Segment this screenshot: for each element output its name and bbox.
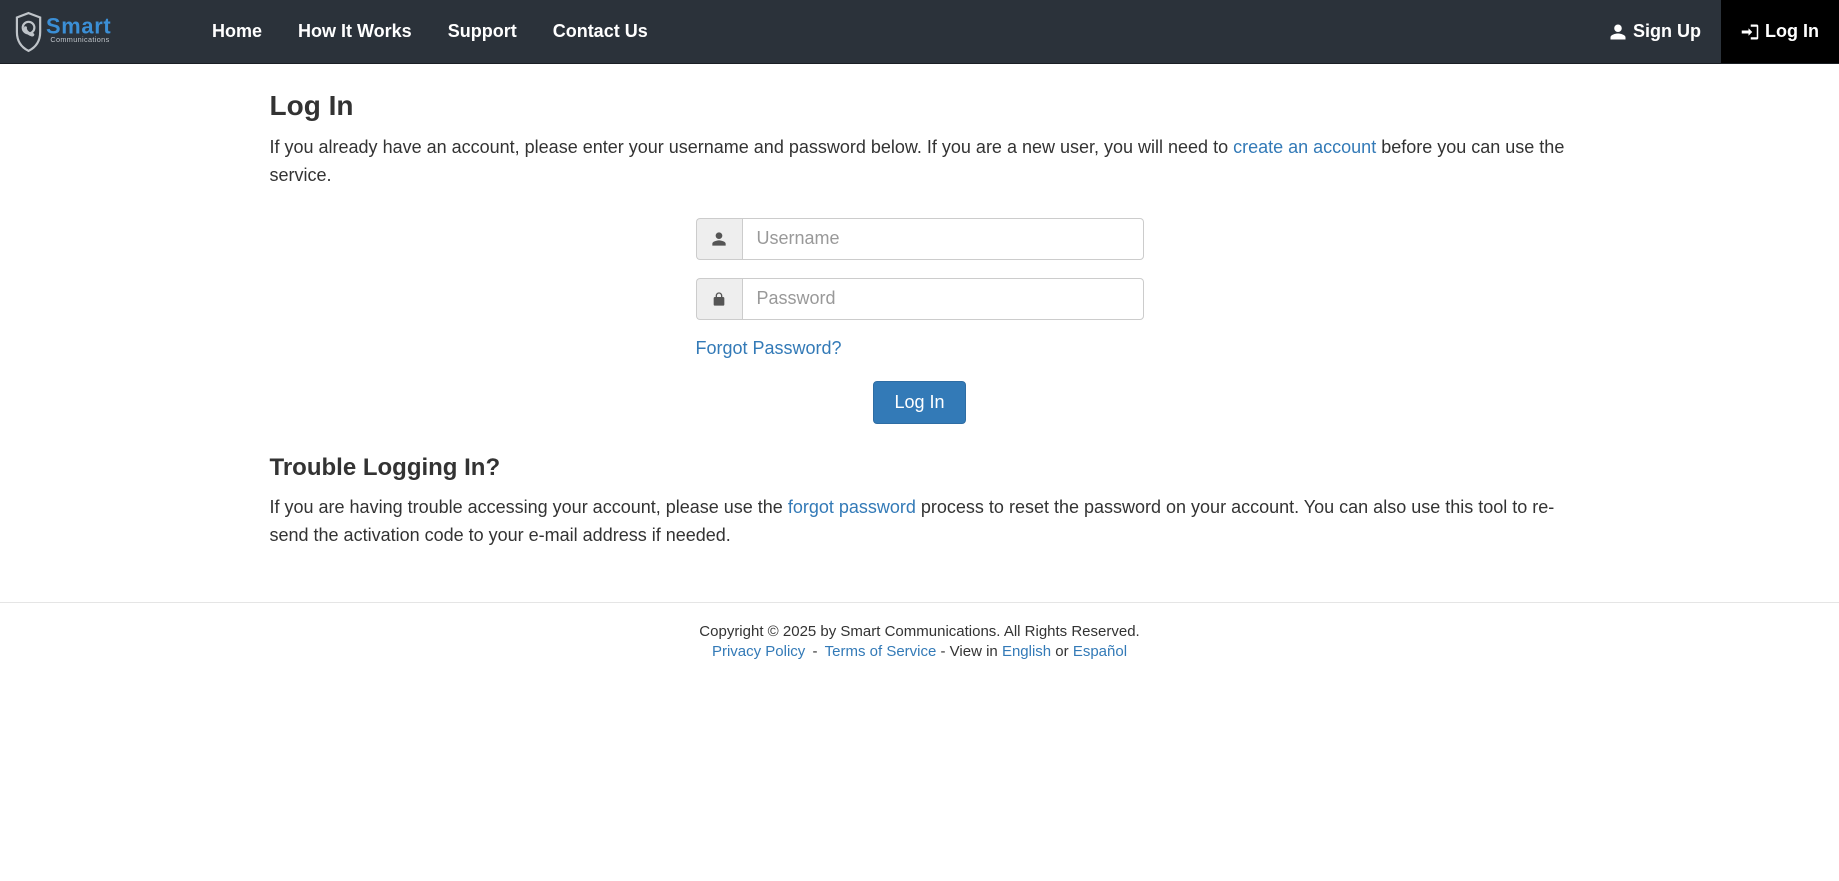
- login-form: Forgot Password? Log In: [696, 218, 1144, 424]
- login-icon: [1741, 23, 1759, 41]
- footer-links: Privacy Policy - Terms of Service - View…: [10, 643, 1829, 660]
- espanol-link[interactable]: Español: [1073, 643, 1127, 660]
- lock-icon: [711, 291, 727, 307]
- english-link[interactable]: English: [1002, 643, 1051, 660]
- terms-link[interactable]: Terms of Service: [825, 643, 937, 660]
- trouble-heading: Trouble Logging In?: [270, 454, 1570, 482]
- forgot-row: Forgot Password?: [696, 338, 1144, 359]
- intro-text-before: If you already have an account, please e…: [270, 137, 1234, 157]
- nav-login[interactable]: Log In: [1721, 0, 1839, 63]
- svg-text:Communications: Communications: [50, 35, 109, 44]
- trouble-paragraph: If you are having trouble accessing your…: [270, 494, 1570, 550]
- forgot-password-link[interactable]: Forgot Password?: [696, 338, 842, 358]
- privacy-link[interactable]: Privacy Policy: [712, 643, 805, 660]
- password-group: [696, 278, 1144, 320]
- user-icon: [1609, 23, 1627, 41]
- password-input[interactable]: [742, 278, 1144, 320]
- nav-signup[interactable]: Sign Up: [1589, 0, 1721, 63]
- nav-right: Sign Up Log In: [1589, 0, 1839, 63]
- user-icon: [711, 231, 727, 247]
- page-title: Log In: [270, 90, 1570, 122]
- trouble-text-before: If you are having trouble accessing your…: [270, 497, 788, 517]
- view-in-label: - View in: [936, 643, 1002, 660]
- nav-contact-us[interactable]: Contact Us: [535, 0, 666, 63]
- footer: Copyright © 2025 by Smart Communications…: [0, 603, 1839, 700]
- nav-login-label: Log In: [1765, 21, 1819, 42]
- create-account-link[interactable]: create an account: [1233, 137, 1376, 157]
- username-input[interactable]: [742, 218, 1144, 260]
- nav-home[interactable]: Home: [194, 0, 280, 63]
- copyright-text: Copyright © 2025 by Smart Communications…: [10, 623, 1829, 640]
- login-button[interactable]: Log In: [873, 381, 965, 424]
- top-navbar: Smart Communications Home How It Works S…: [0, 0, 1839, 64]
- user-icon-addon: [696, 218, 742, 260]
- submit-row: Log In: [696, 381, 1144, 424]
- or-label: or: [1051, 643, 1073, 660]
- nav-signup-label: Sign Up: [1633, 21, 1701, 42]
- nav-links: Home How It Works Support Contact Us: [194, 0, 666, 63]
- brand-logo[interactable]: Smart Communications: [0, 0, 188, 63]
- lock-icon-addon: [696, 278, 742, 320]
- forgot-password-inline-link[interactable]: forgot password: [788, 497, 916, 517]
- nav-how-it-works[interactable]: How It Works: [280, 0, 430, 63]
- intro-paragraph: If you already have an account, please e…: [270, 134, 1570, 190]
- footer-sep-1: -: [808, 643, 821, 660]
- nav-support[interactable]: Support: [430, 0, 535, 63]
- main-content: Log In If you already have an account, p…: [260, 64, 1580, 580]
- username-group: [696, 218, 1144, 260]
